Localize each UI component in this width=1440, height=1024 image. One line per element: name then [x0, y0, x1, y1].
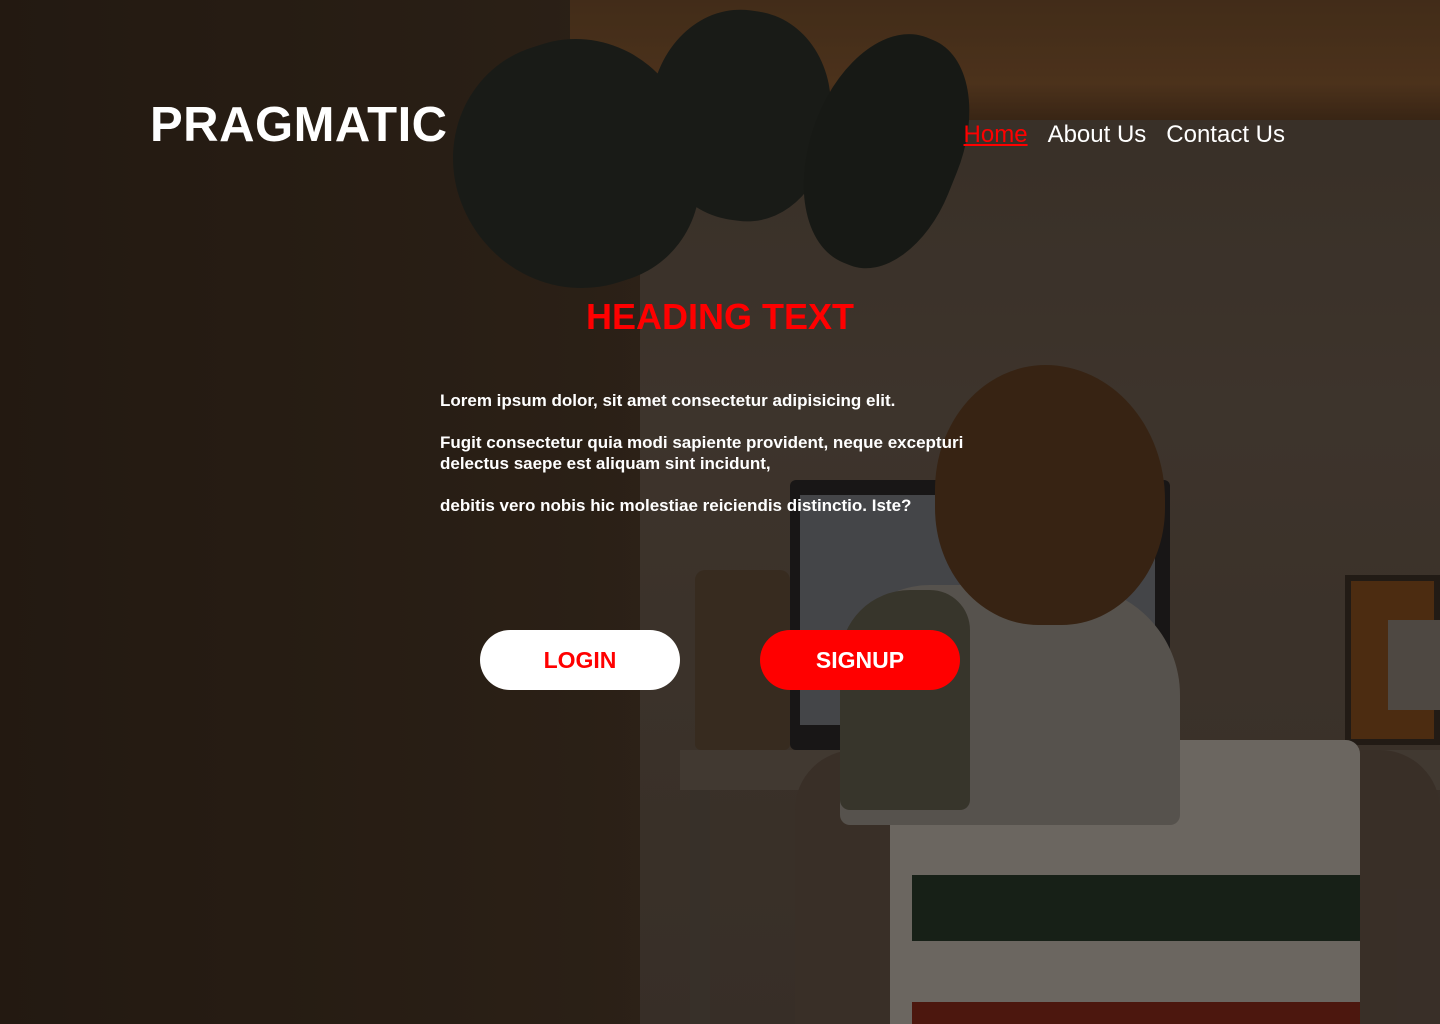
nav-item-home[interactable]: Home [964, 121, 1028, 149]
landing-page: PRAGMATIC Home About Us Contact Us HEADI… [0, 0, 1440, 1024]
hero-paragraph: Lorem ipsum dolor, sit amet consectetur … [440, 391, 896, 410]
brand-logo[interactable]: PRAGMATIC [150, 97, 448, 153]
nav-item-contact-us[interactable]: Contact Us [1166, 121, 1285, 149]
login-button[interactable]: LOGIN [480, 630, 680, 690]
hero-body-text: Lorem ipsum dolor, sit amet consectetur … [440, 390, 1030, 537]
signup-button[interactable]: SIGNUP [760, 630, 960, 690]
hero-paragraph: Fugit consectetur quia modi sapiente pro… [440, 433, 964, 473]
main-nav: Home About Us Contact Us [964, 121, 1285, 149]
nav-item-about-us[interactable]: About Us [1048, 121, 1147, 149]
hero-paragraph: debitis vero nobis hic molestiae reicien… [440, 496, 912, 515]
hero-heading: HEADING TEXT [585, 296, 854, 337]
